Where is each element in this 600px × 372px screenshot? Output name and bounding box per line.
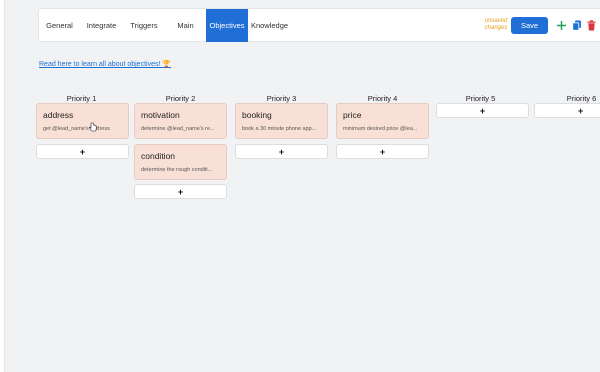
save-button[interactable]: Save [511,17,548,34]
hand-cursor-icon [89,119,97,132]
objective-description: determine the rough conditi... [141,167,213,173]
column-header-priority-3: Priority 3 [266,94,297,103]
add-objective-button-priority-5[interactable]: + [436,103,529,118]
objective-description: get @lead_name's address [43,126,110,132]
tab-objectives[interactable]: Objectives [206,9,248,42]
add-objective-button-priority-1[interactable]: + [36,144,129,159]
add-objective-button-priority-3[interactable]: + [235,144,328,159]
objective-title: address [43,110,74,120]
objective-card-booking[interactable]: booking book a 30 minute phone app... [235,103,328,139]
objective-description: minimum desired price @lea... [343,126,418,132]
objective-title: motivation [141,110,180,120]
plus-icon[interactable] [555,18,568,33]
column-header-priority-6: Priority 6 [566,94,597,103]
objective-title: booking [242,110,272,120]
unsaved-changes-indicator: unsaved changes [484,18,508,31]
add-objective-button-priority-4[interactable]: + [336,144,429,159]
copy-icon[interactable] [570,18,583,33]
learn-objectives-link[interactable]: Read here to learn all about objectives!… [39,60,171,68]
column-header-priority-5: Priority 5 [465,94,496,103]
column-header-priority-4: Priority 4 [367,94,398,103]
column-header-priority-1: Priority 1 [66,94,97,103]
objective-card-motivation[interactable]: motivation determine @lead_name's re... [134,103,227,139]
objective-description: determine @lead_name's re... [141,126,215,132]
tab-integrate[interactable]: Integrate [80,9,123,42]
objective-card-address[interactable]: address get @lead_name's address [36,103,129,139]
tab-knowledge[interactable]: Knowledge [248,9,291,42]
add-objective-button-priority-2[interactable]: + [134,184,227,199]
app-canvas [4,0,600,372]
objective-card-condition[interactable]: condition determine the rough conditi... [134,144,227,180]
objective-title: condition [141,151,176,161]
tab-triggers[interactable]: Triggers [123,9,165,42]
top-navigation-bar: General Integrate Triggers Main Objectiv… [38,8,600,42]
tab-general[interactable]: General [39,9,80,42]
column-header-priority-2: Priority 2 [165,94,196,103]
objective-description: book a 30 minute phone app... [242,126,317,132]
objective-card-price[interactable]: price minimum desired price @lea... [336,103,429,139]
trash-icon[interactable] [585,18,598,33]
tab-main[interactable]: Main [165,9,206,42]
objective-title: price [343,110,362,120]
add-objective-button-priority-6[interactable]: + [534,103,600,118]
